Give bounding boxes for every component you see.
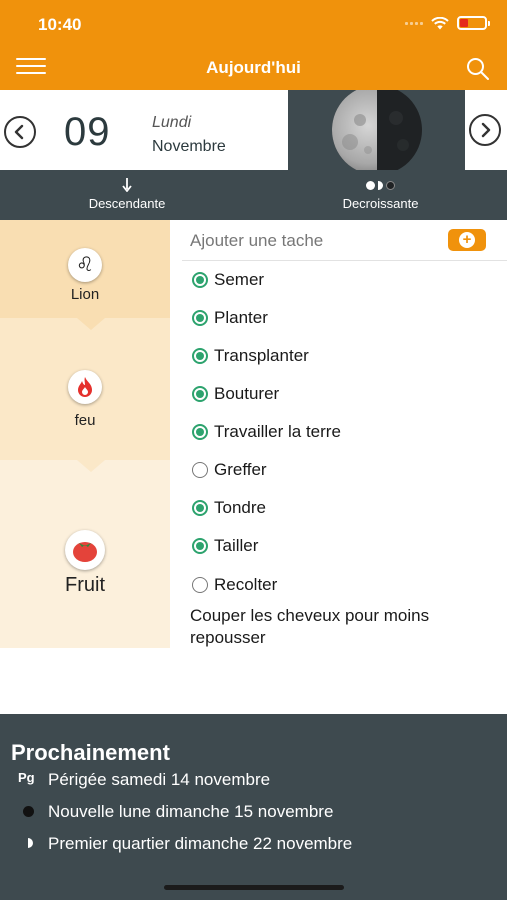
status-time: 10:40 [38, 15, 82, 34]
moon-phase-icon [332, 85, 422, 175]
task-label: Tondre [214, 498, 266, 517]
radio-icon[interactable] [192, 386, 208, 402]
upcoming-event: Premier quartier dimanche 22 novembre [48, 834, 353, 853]
radio-icon[interactable] [192, 348, 208, 364]
task-label: Transplanter [214, 346, 309, 365]
plant-type-section: Fruit [0, 460, 170, 648]
zodiac-sign-label: Lion [70, 286, 100, 303]
month-name: Novembre [152, 138, 226, 155]
task-label: Travailler la terre [214, 422, 341, 441]
chevron-left-icon [14, 124, 24, 140]
task-item-planter[interactable]: Planter [192, 306, 268, 330]
radio-icon[interactable] [192, 462, 208, 478]
upcoming-event: Périgée samedi 14 novembre [48, 770, 271, 789]
upcoming-panel: Prochainement Pg Périgée samedi 14 novem… [0, 714, 507, 900]
divider [182, 260, 507, 261]
radio-icon[interactable] [192, 577, 208, 593]
moon-direction-label: Descendante [88, 196, 166, 211]
task-label: Greffer [214, 460, 267, 479]
task-label: Tailler [214, 536, 259, 555]
add-task-button[interactable]: + [448, 229, 486, 251]
task-label: Recolter [214, 575, 278, 594]
search-icon[interactable] [465, 56, 491, 82]
app-header: 10:40 Aujourd'hui [0, 0, 507, 90]
task-item-transplanter[interactable]: Transplanter [192, 344, 309, 368]
radio-icon[interactable] [192, 310, 208, 326]
radio-icon[interactable] [192, 272, 208, 288]
perigee-icon: Pg [18, 770, 35, 785]
task-item-greffer[interactable]: Greffer [192, 458, 267, 482]
add-task-input[interactable]: Ajouter une tache [190, 231, 323, 251]
task-item-semer[interactable]: Semer [192, 268, 264, 292]
element-section: feu [0, 318, 170, 472]
radio-icon[interactable] [192, 424, 208, 440]
page-title: Aujourd'hui [206, 58, 301, 77]
day-name: Lundi [152, 114, 192, 131]
battery-icon [457, 16, 490, 30]
task-item-travailler-la-terre[interactable]: Travailler la terre [192, 420, 341, 444]
previous-day-button[interactable] [4, 116, 36, 148]
moon-phase-label: Decroissante [342, 196, 419, 211]
first-quarter-icon [28, 838, 33, 848]
day-number: 09 [64, 110, 111, 154]
moon-phase-status: Decroissante [254, 178, 507, 211]
info-band: Descendante Decroissante [0, 170, 507, 220]
zodiac-sign-section: ♌︎ Lion [0, 220, 170, 330]
task-item-cheveux[interactable]: Couper les cheveux pour moins repousser [190, 605, 495, 649]
status-icons [405, 16, 490, 30]
task-item-bouturer[interactable]: Bouturer [192, 382, 279, 406]
task-item-recolter[interactable]: Recolter [192, 573, 277, 597]
leo-icon: ♌︎ [68, 248, 102, 282]
radio-icon[interactable] [192, 538, 208, 554]
new-moon-icon [23, 806, 34, 817]
tomato-icon [65, 530, 105, 570]
moon-direction: Descendante [0, 178, 254, 211]
radio-icon[interactable] [192, 500, 208, 516]
upcoming-title: Prochainement [11, 740, 170, 765]
plant-type-label: Fruit [65, 574, 105, 596]
element-label: feu [74, 412, 96, 429]
fire-icon [68, 370, 102, 404]
chevron-right-icon [481, 122, 491, 138]
task-item-tondre[interactable]: Tondre [192, 496, 266, 520]
task-item-tailler[interactable]: Tailler [192, 534, 258, 558]
plus-icon: + [459, 232, 475, 248]
task-label: Bouturer [214, 384, 280, 403]
task-label: Semer [214, 270, 265, 289]
upcoming-event: Nouvelle lune dimanche 15 novembre [48, 802, 334, 821]
home-indicator[interactable] [164, 885, 344, 890]
phase-dots-icon [254, 178, 507, 192]
moon-panel [288, 85, 465, 175]
task-label: Planter [214, 308, 268, 327]
arrow-down-icon [122, 178, 132, 192]
next-day-button[interactable] [469, 114, 501, 146]
signal-icon [405, 21, 423, 25]
wifi-icon [431, 16, 449, 29]
